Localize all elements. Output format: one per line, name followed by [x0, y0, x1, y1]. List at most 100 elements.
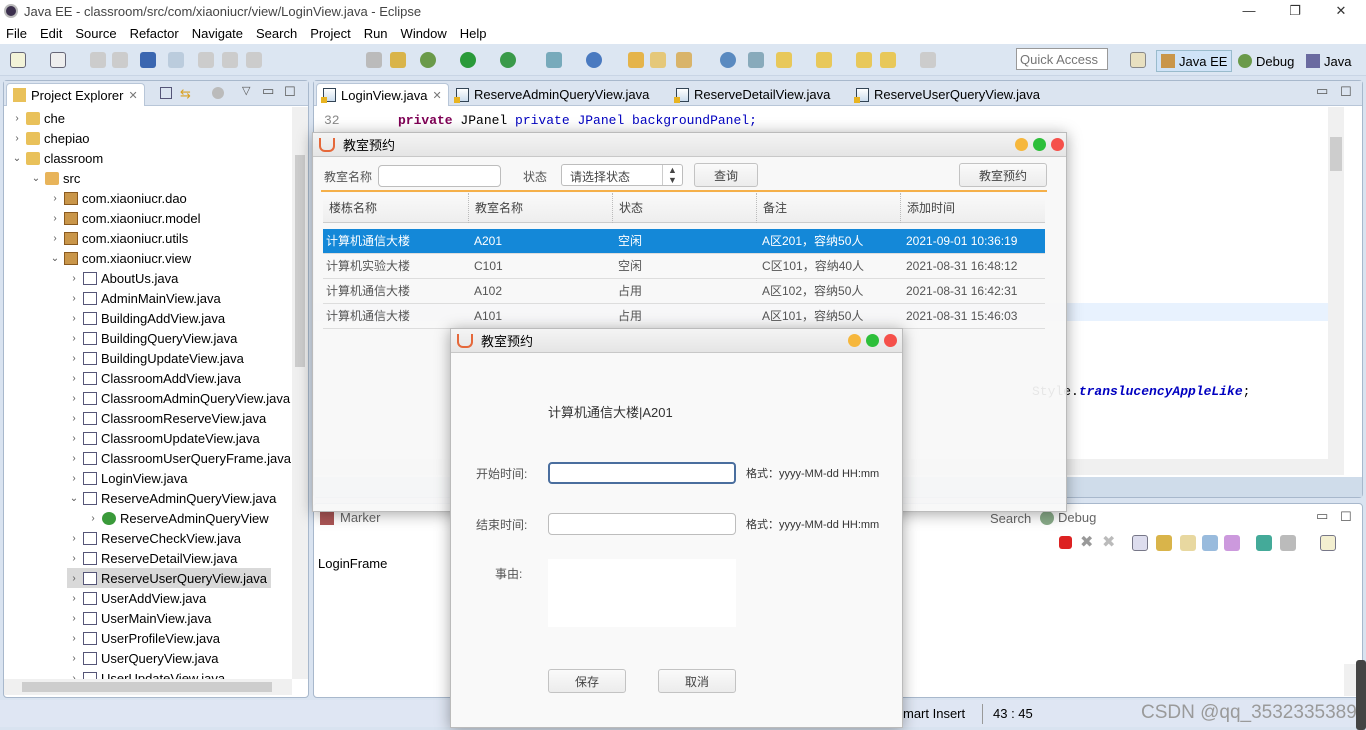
resume-icon[interactable]	[198, 52, 214, 68]
open-type-icon[interactable]	[628, 52, 644, 68]
tree-item[interactable]: › com.xiaoniucr.utils	[48, 228, 188, 248]
tree-item[interactable]: › AboutUs.java	[67, 268, 178, 288]
new-type-icon[interactable]	[50, 52, 66, 68]
tree-item[interactable]: ⌄ classroom	[10, 148, 103, 168]
tree-item[interactable]: › ClassroomAdminQueryView.java	[67, 388, 290, 408]
minimize-dot[interactable]	[1015, 138, 1028, 151]
open-task-icon[interactable]	[650, 52, 666, 68]
new-icon[interactable]	[10, 52, 26, 68]
scrollbar-thumb[interactable]	[22, 682, 272, 692]
search-icon[interactable]	[676, 52, 692, 68]
chevron-right-icon[interactable]: ›	[67, 393, 81, 404]
filter-icon[interactable]	[212, 87, 224, 99]
chevron-right-icon[interactable]: ›	[67, 373, 81, 384]
menu-refactor[interactable]: Refactor	[130, 26, 179, 41]
tree-item[interactable]: › com.xiaoniucr.model	[48, 208, 200, 228]
scrollbar-thumb[interactable]	[1330, 137, 1342, 171]
open-console-icon[interactable]	[1320, 535, 1336, 551]
chevron-right-icon[interactable]: ›	[67, 553, 81, 564]
menu-source[interactable]: Source	[75, 26, 116, 41]
minimize-dot[interactable]	[848, 334, 861, 347]
tree-item[interactable]: › ReserveUserQueryView.java	[67, 568, 271, 588]
terminate-icon[interactable]	[246, 52, 262, 68]
word-wrap-icon[interactable]	[1180, 535, 1196, 551]
tree-item[interactable]: › LoginView.java	[67, 468, 187, 488]
annotation-icon[interactable]	[748, 52, 764, 68]
end-time-input[interactable]	[548, 513, 736, 535]
query-button[interactable]: 查询	[694, 163, 758, 187]
chevron-right-icon[interactable]: ›	[67, 353, 81, 364]
minimize-view-icon[interactable]: ▭	[1316, 508, 1328, 524]
back-icon[interactable]	[880, 52, 896, 68]
tree-item[interactable]: › BuildingUpdateView.java	[67, 348, 244, 368]
menu-file[interactable]: File	[6, 26, 27, 41]
start-time-input[interactable]	[548, 462, 736, 484]
column-header[interactable]: 备注	[756, 193, 787, 223]
minimize-view-icon[interactable]: ▭	[262, 83, 274, 99]
chevron-right-icon[interactable]: ›	[67, 653, 81, 664]
chevron-right-icon[interactable]: ›	[67, 453, 81, 464]
scrollbar-thumb[interactable]	[295, 155, 305, 367]
step-filter-icon[interactable]	[366, 52, 382, 68]
show-on-error-icon[interactable]	[1224, 535, 1240, 551]
tree-item[interactable]: › UserMainView.java	[67, 608, 211, 628]
table-row[interactable]: 计算机通信大楼 A101 占用 A区101，容纳50人 2021-08-31 15:46…	[323, 304, 1045, 329]
maximize-dot[interactable]	[1033, 138, 1046, 151]
pin-console-icon[interactable]	[1256, 535, 1272, 551]
tree-item[interactable]: › UserUpdateView.java	[67, 668, 225, 679]
chevron-right-icon[interactable]: ›	[67, 433, 81, 444]
maximize-editor-icon[interactable]: ☐	[1340, 84, 1352, 100]
console-icon[interactable]	[140, 52, 156, 68]
open-perspective-icon[interactable]	[1130, 52, 1146, 68]
save-icon[interactable]	[90, 52, 106, 68]
run-external-tools-icon[interactable]	[500, 52, 516, 68]
tree-horizontal-scrollbar[interactable]	[4, 679, 292, 695]
tree-item[interactable]: ⌄ com.xiaoniucr.view	[48, 248, 191, 268]
code-line[interactable]: private JPanel private JPanel background…	[398, 113, 757, 128]
suspend-icon[interactable]	[222, 52, 238, 68]
tree-item[interactable]: › chepiao	[10, 128, 89, 148]
previous-annotation-icon[interactable]	[816, 52, 832, 68]
reserve-classroom-button[interactable]: 教室预约	[959, 163, 1047, 187]
tree-item[interactable]: › ClassroomReserveView.java	[67, 408, 266, 428]
tree-item[interactable]: › AdminMainView.java	[67, 288, 220, 308]
menu-run[interactable]: Run	[364, 26, 388, 41]
forward-icon[interactable]	[920, 52, 936, 68]
tree-item[interactable]: ⌄ src	[29, 168, 81, 188]
chevron-right-icon[interactable]: ›	[10, 133, 24, 144]
close-tab-icon[interactable]: ✕	[433, 89, 442, 102]
maximize-view-icon[interactable]: ☐	[284, 84, 296, 100]
quick-access-input[interactable]	[1016, 48, 1108, 70]
perspective-java[interactable]: Java	[1302, 50, 1355, 72]
close-dot[interactable]	[1051, 138, 1064, 151]
minimize-button[interactable]: —	[1226, 0, 1272, 22]
chevron-down-icon[interactable]: ⌄	[10, 153, 24, 164]
menu-project[interactable]: Project	[310, 26, 350, 41]
tab-reserveadminqueryview[interactable]: ReserveAdminQueryView.java	[450, 83, 655, 106]
chevron-down-icon[interactable]: ⌄	[29, 173, 43, 184]
remove-launch-icon[interactable]: ✖	[1080, 532, 1093, 552]
editor-vertical-scrollbar[interactable]	[1328, 107, 1344, 459]
table-row[interactable]: 计算机通信大楼 A201 空闲 A区201，容纳50人 2021-09-01 10:36…	[323, 229, 1045, 254]
minimize-editor-icon[interactable]: ▭	[1316, 83, 1328, 99]
step-return-icon[interactable]	[390, 52, 406, 68]
tree-item[interactable]: › ClassroomAddView.java	[67, 368, 241, 388]
chevron-down-icon[interactable]: ⌄	[67, 493, 81, 504]
tab-loginview[interactable]: LoginView.java ✕	[316, 83, 449, 106]
menu-help[interactable]: Help	[460, 26, 487, 41]
chevron-right-icon[interactable]: ›	[48, 233, 62, 244]
remove-all-icon[interactable]: ✖	[1102, 532, 1115, 552]
tab-reservedetailview[interactable]: ReserveDetailView.java	[670, 83, 836, 106]
tree-vertical-scrollbar[interactable]	[292, 107, 308, 679]
chevron-right-icon[interactable]: ›	[67, 473, 81, 484]
chevron-right-icon[interactable]: ›	[67, 613, 81, 624]
restore-button[interactable]: ❐	[1272, 0, 1318, 22]
clear-console-icon[interactable]	[1132, 535, 1148, 551]
column-header[interactable]: 楼栋名称	[323, 193, 377, 223]
cancel-button[interactable]: 取消	[658, 669, 736, 693]
terminate-icon[interactable]	[1059, 536, 1072, 549]
tree-item[interactable]: › che	[10, 108, 65, 128]
tree-item[interactable]: › ReserveAdminQueryView	[86, 508, 268, 528]
menu-edit[interactable]: Edit	[40, 26, 62, 41]
web-browser-icon[interactable]	[720, 52, 736, 68]
